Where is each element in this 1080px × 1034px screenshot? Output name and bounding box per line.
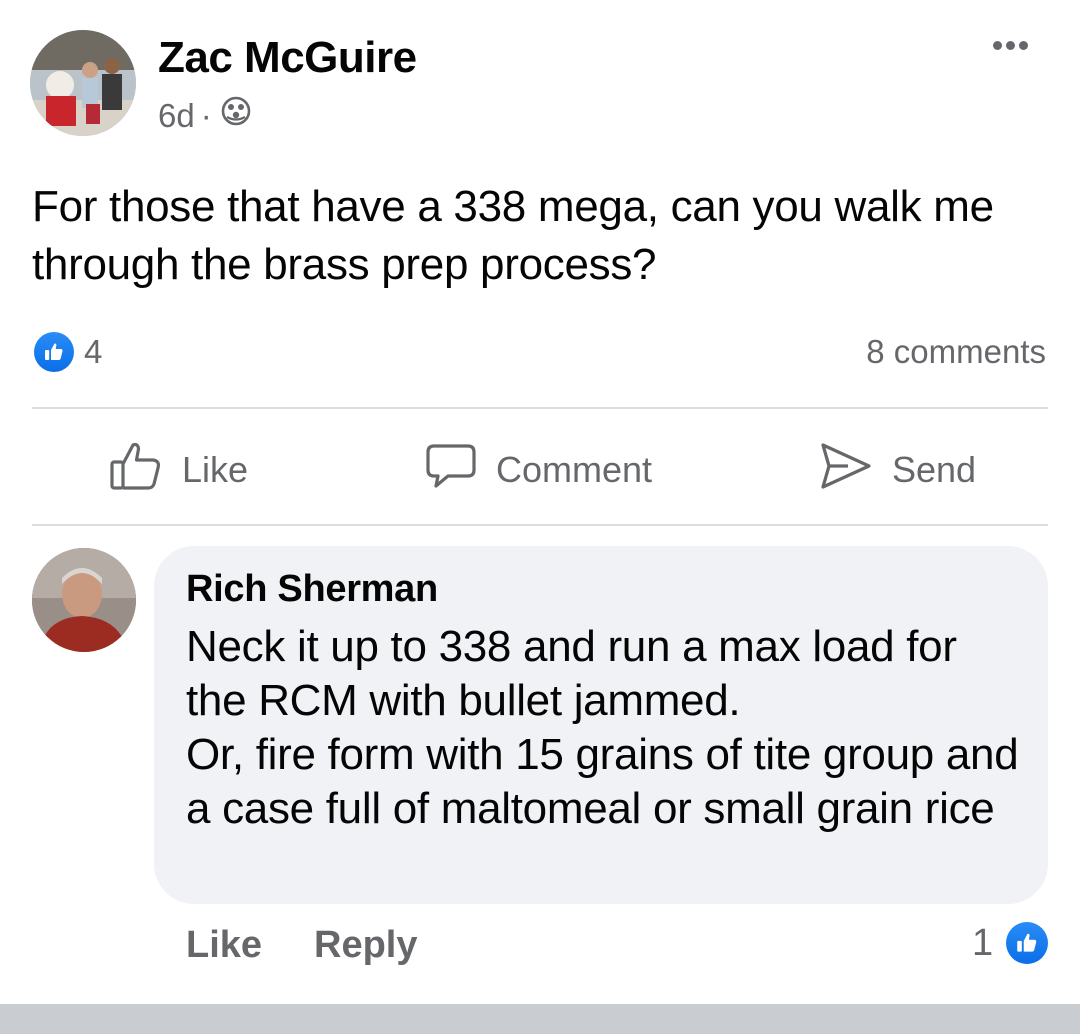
send-label: Send [892,449,977,490]
post-text: For those that have a 338 mega, can you … [32,182,994,289]
like-button[interactable]: Like [108,440,248,500]
post-meta: 6d · [158,94,252,138]
group-icon[interactable] [220,94,252,138]
speech-bubble-icon [424,441,478,500]
section-separator [0,1004,1080,1034]
divider [32,407,1048,409]
comment-label: Comment [496,449,653,490]
comment-text: Neck it up to 338 and run a max load for… [186,622,1019,833]
comment-button[interactable]: Comment [424,440,652,500]
comment-reaction-count[interactable]: 1 [972,920,993,966]
send-icon [818,440,874,501]
comments-count[interactable]: 8 comments [866,330,1046,374]
commenter-avatar[interactable] [32,548,136,652]
like-reaction-icon[interactable] [1006,922,1048,964]
like-label: Like [182,449,249,490]
comment-reply-button[interactable]: Reply [314,922,417,968]
commenter-name[interactable]: Rich Sherman [186,566,438,612]
post-timestamp[interactable]: 6d [158,94,195,138]
author-name[interactable]: Zac McGuire [158,31,417,85]
send-button[interactable]: Send [818,440,976,500]
divider [32,524,1048,526]
comment-like-button[interactable]: Like [186,922,262,968]
author-avatar[interactable] [30,30,136,136]
thumbs-up-icon [108,440,164,501]
like-reaction-icon[interactable] [34,332,74,372]
reaction-count[interactable]: 4 [84,330,102,374]
meta-separator: · [200,97,212,134]
more-options-icon[interactable] [988,30,1032,60]
